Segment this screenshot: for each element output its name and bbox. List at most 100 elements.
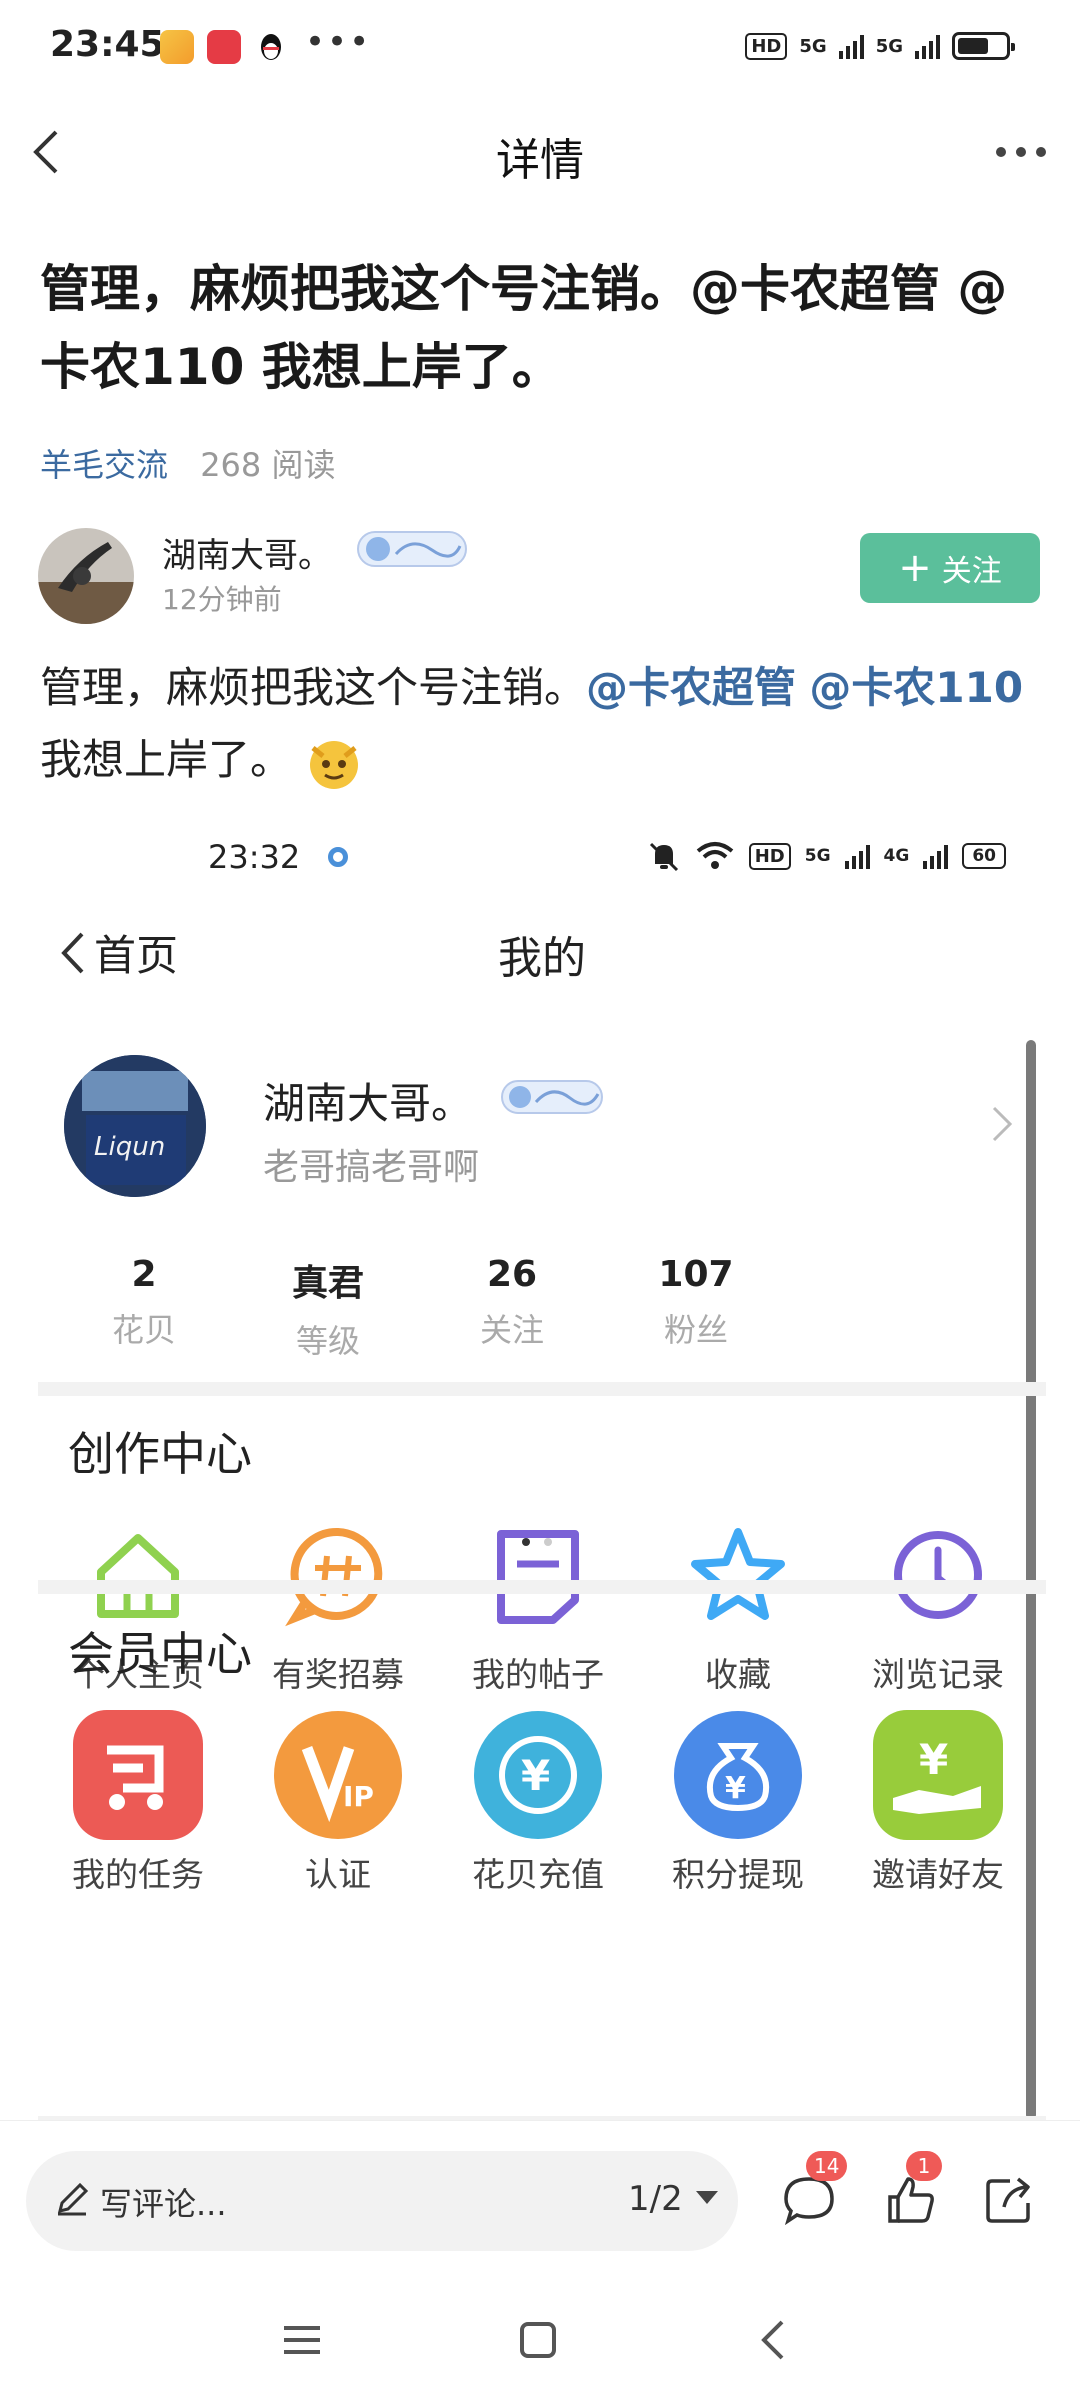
hd-icon: HD (745, 32, 788, 60)
shot-sim2-label: 4G (883, 846, 910, 866)
more-notifications-icon: ••• (305, 22, 372, 62)
hashtag-icon (285, 1527, 383, 1627)
svg-text:IP: IP (343, 1780, 374, 1813)
top-nav: 详情 (0, 100, 1080, 210)
read-count: 268 阅读 (200, 446, 336, 484)
share-icon[interactable] (980, 2171, 1038, 2229)
creation-center-title: 创作中心 (68, 1427, 252, 1481)
page-title: 详情 (496, 135, 584, 186)
author-name[interactable]: 湖南大哥。 (162, 528, 332, 577)
huabei-recharge-item[interactable]: ¥ 花贝充值 (438, 1710, 638, 1896)
stat-label: 关注 (479, 1311, 544, 1349)
sim1-label: 5G (799, 35, 827, 57)
mention-link[interactable]: @卡农超管 (586, 663, 796, 712)
menu-icon[interactable] (272, 2310, 332, 2370)
item-label: 我的帖子 (472, 1655, 604, 1694)
like-count-badge: 1 (906, 2151, 942, 2181)
follow-label: 关注 (941, 554, 1002, 589)
invite-friends-item[interactable]: ¥ 邀请好友 (838, 1710, 1038, 1896)
document-icon (497, 1530, 579, 1624)
page-indicator-dots (522, 1538, 552, 1546)
stat-value: 26 (486, 1254, 538, 1295)
level-badge-icon (357, 531, 467, 567)
favorites-item[interactable]: 收藏 (638, 1510, 838, 1696)
svg-text:Liqun: Liqun (94, 1132, 165, 1162)
stat-following[interactable]: 26 关注 (412, 1254, 612, 1351)
author-avatar[interactable] (38, 528, 134, 624)
shot-page-title: 我的 (498, 933, 586, 984)
shot-signal-icon-2 (923, 843, 949, 869)
shot-signal-icon (844, 843, 870, 869)
member-center-title: 会员中心 (68, 1627, 252, 1681)
xiaohongshu-app-icon (207, 30, 241, 64)
stat-label: 花贝 (111, 1311, 176, 1349)
svg-text:¥: ¥ (919, 1735, 948, 1784)
item-label: 收藏 (705, 1655, 771, 1694)
item-label: 浏览记录 (872, 1655, 1004, 1694)
back-nav-icon[interactable] (744, 2310, 804, 2370)
points-withdraw-item[interactable]: ¥ 积分提现 (638, 1710, 838, 1896)
status-indicators: HD 5G 5G (745, 32, 1015, 60)
body-text: 管理，麻烦把我这个号注销。 (40, 663, 587, 712)
home-nav-icon[interactable] (508, 2310, 568, 2370)
shot-profile-name: 湖南大哥。 (263, 1079, 474, 1128)
comment-placeholder: 写评论... (100, 2185, 227, 2223)
pen-icon (57, 2182, 89, 2216)
more-options-icon[interactable] (986, 122, 1056, 182)
gallery-app-icon (160, 30, 194, 64)
follow-button[interactable]: + 关注 (860, 533, 1040, 603)
shot-status-indicators: HD 5G 4G 60 (647, 840, 1006, 872)
sim2-label: 5G (875, 35, 903, 57)
page-indicator[interactable]: 1/2 (628, 2179, 683, 2219)
invite-yuan-icon: ¥ (873, 1710, 1003, 1840)
location-dot-icon (328, 847, 348, 867)
post-time: 12分钟前 (162, 583, 282, 616)
clock-icon (894, 1531, 982, 1619)
item-label: 积分提现 (672, 1855, 804, 1894)
mention-link[interactable]: @卡农110 (809, 663, 1023, 712)
embedded-screenshot[interactable]: 23:32 HD 5G 4G 60 首页 我的 Liqun 湖南大哥。 老哥搞老… (38, 820, 1046, 2120)
stat-label: 等级 (295, 1322, 360, 1360)
item-label: 我的任务 (72, 1855, 204, 1894)
my-tasks-item[interactable]: 我的任务 (38, 1710, 238, 1896)
chevron-right-icon[interactable] (988, 1102, 1016, 1146)
system-nav-bar (0, 2280, 1080, 2400)
svg-text:¥: ¥ (521, 1751, 550, 1800)
signal-icon-2 (915, 33, 940, 59)
post-body: 管理，麻烦把我这个号注销。@卡农超管 @卡农110 我想上岸了。 (40, 652, 1050, 796)
rewards-recruit-item[interactable]: 有奖招募 (238, 1510, 438, 1696)
item-label: 邀请好友 (872, 1855, 1004, 1894)
browse-history-item[interactable]: 浏览记录 (838, 1510, 1038, 1696)
task-icon (73, 1710, 203, 1840)
stat-level[interactable]: 真君 等级 (228, 1254, 428, 1362)
stat-followers[interactable]: 107 粉丝 (596, 1254, 796, 1351)
shot-profile-bio: 老哥搞老哥啊 (263, 1147, 480, 1188)
stat-huabei[interactable]: 2 花贝 (44, 1254, 244, 1351)
bottom-comment-bar: 写评论... 1/2 14 1 (0, 2120, 1080, 2280)
divider (38, 1382, 1046, 1396)
item-label: 有奖招募 (272, 1655, 404, 1694)
body-text: 我想上岸了。 (40, 735, 293, 784)
mute-bell-icon (649, 842, 678, 872)
comment-input[interactable]: 写评论... 1/2 (26, 2151, 738, 2251)
yuan-recharge-icon: ¥ (474, 1711, 602, 1839)
money-bag-icon: ¥ (674, 1711, 802, 1839)
shot-battery: 60 (962, 843, 1006, 869)
shot-level-badge-icon (501, 1080, 603, 1114)
battery-icon (952, 32, 1015, 60)
emoji-icon (310, 740, 359, 789)
home-icon (97, 1534, 179, 1618)
verification-item[interactable]: IP 认证 (238, 1710, 438, 1896)
comment-count-badge: 14 (806, 2151, 848, 2181)
vip-icon: IP (274, 1711, 402, 1839)
stat-label: 粉丝 (663, 1311, 728, 1349)
shot-avatar[interactable]: Liqun (64, 1055, 206, 1197)
status-time: 23:45 (50, 24, 165, 65)
post-meta: 羊毛交流 268 阅读 (40, 440, 335, 486)
caret-down-icon[interactable] (696, 2191, 718, 2204)
item-label: 花贝充值 (472, 1855, 604, 1894)
qq-app-icon (254, 30, 288, 64)
board-link[interactable]: 羊毛交流 (40, 446, 168, 484)
svg-text:¥: ¥ (725, 1771, 746, 1806)
divider (38, 1580, 1046, 1594)
